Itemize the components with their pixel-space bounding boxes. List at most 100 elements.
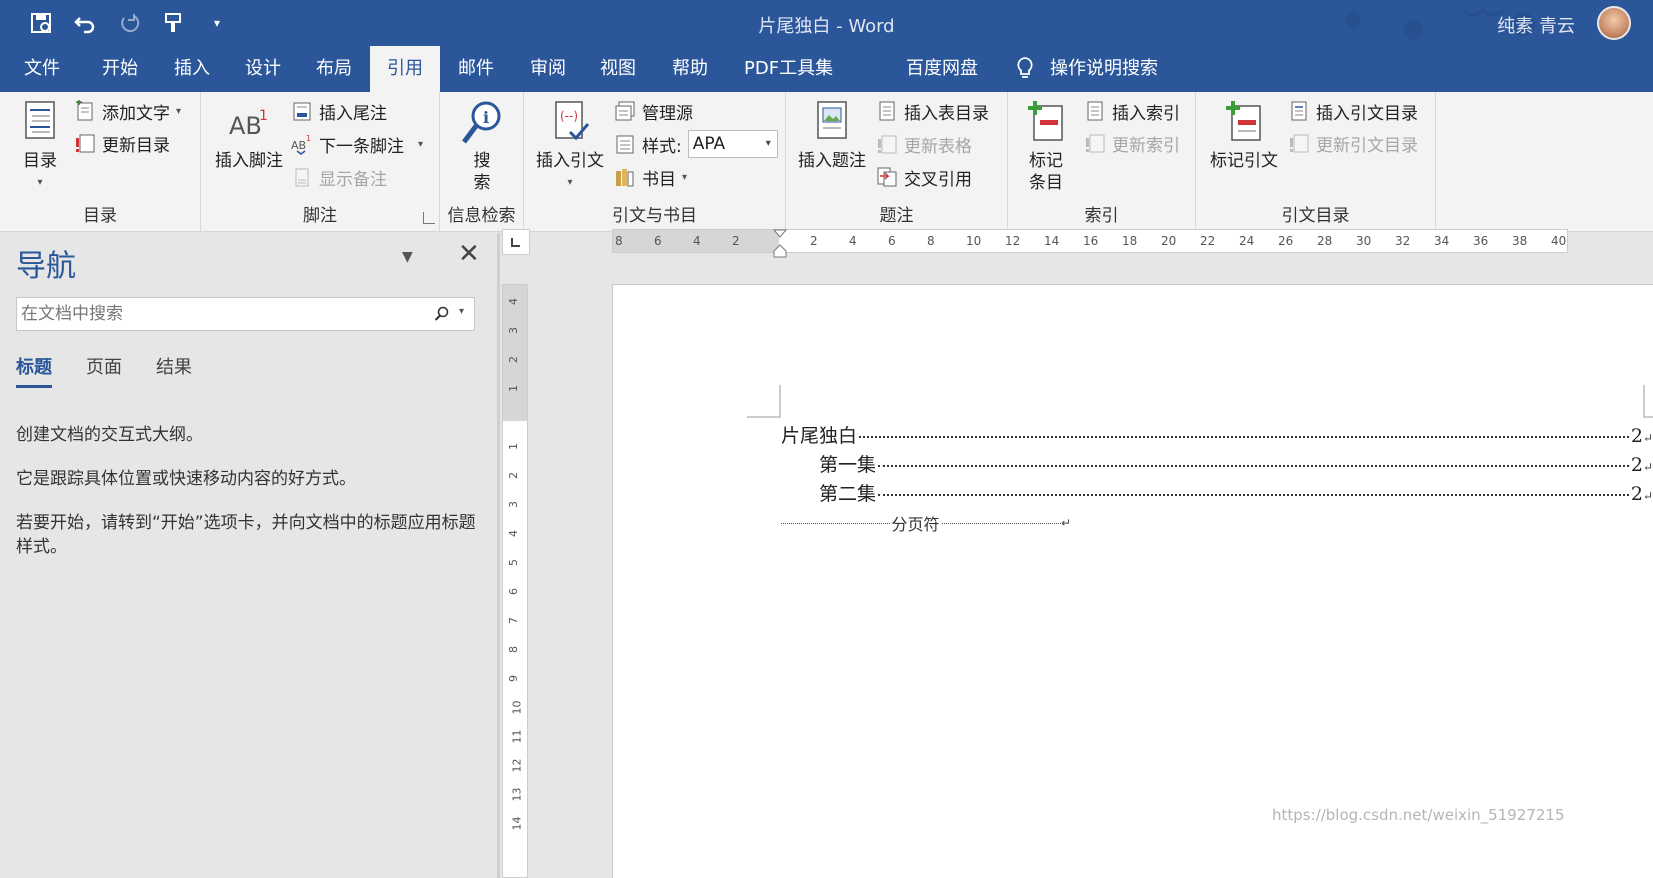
ruler-tick-label: 32 (1395, 234, 1411, 248)
ruler-tick-label: 4 (693, 234, 701, 248)
svg-text:1: 1 (306, 134, 311, 143)
group-footnotes: AB 1 插入脚注 插入尾注 AB 1 下一条脚注 ▾ 显示备注 脚注 (201, 92, 440, 232)
cross-reference-button[interactable]: 交叉引用 (876, 162, 972, 192)
indent-marker-icon[interactable] (773, 229, 787, 259)
watermark: https://blog.csdn.net/weixin_51927215 (1272, 806, 1565, 824)
insert-table-of-authorities-label: 插入引文目录 (1316, 103, 1418, 124)
user-name[interactable]: 纯素 青云 (1497, 12, 1575, 38)
close-icon[interactable]: ✕ (458, 239, 480, 269)
ruler-tick-label: 14 (510, 816, 524, 831)
ruler-tick-label: 34 (1434, 234, 1450, 248)
toc-entry[interactable]: 片尾独白 2 ↵ (781, 421, 1653, 448)
insert-citation-button[interactable]: (--) 插入引文 ▾ (536, 98, 604, 194)
search-label-1: 搜 (473, 151, 491, 171)
tab-mailings[interactable]: 邮件 (446, 46, 506, 92)
insert-table-of-figures-label: 插入表目录 (904, 103, 989, 124)
tab-insert[interactable]: 插入 (162, 46, 222, 92)
update-index-button[interactable]: 更新索引 (1084, 128, 1180, 158)
mark-entry-icon (1028, 101, 1063, 141)
show-notes-label: 显示备注 (319, 169, 387, 190)
insert-index-button[interactable]: 插入索引 (1084, 96, 1180, 126)
search-input[interactable] (17, 298, 417, 330)
bibliography-button[interactable]: 书目 ▾ (614, 162, 687, 192)
ruler-tick-label: 10 (966, 234, 982, 248)
insert-endnote-button[interactable]: 插入尾注 (291, 96, 387, 126)
ruler-tick-label: 14 (1044, 234, 1060, 248)
table-of-authorities-icon (1291, 101, 1307, 121)
ruler-tick-label: 6 (888, 234, 896, 248)
pane-divider[interactable] (497, 233, 500, 878)
next-footnote-button[interactable]: AB 1 下一条脚注 ▾ (291, 129, 423, 159)
ruler-tick-label: 2 (507, 356, 520, 363)
tab-selector[interactable] (502, 229, 530, 255)
navigation-pane: 导航 ▼ ✕ ▾ 标题 页面 结果 创建文档的交互式大纲。 它是跟踪具体位置或快… (0, 233, 497, 878)
update-table-label: 更新表格 (904, 136, 972, 157)
ruler-tick-label: 8 (927, 234, 935, 248)
nav-tab-results[interactable]: 结果 (156, 353, 192, 388)
tab-design[interactable]: 设计 (233, 46, 293, 92)
chevron-down-icon[interactable]: ▼ (402, 249, 413, 265)
group-toc: 目录 ▾ 添加文字 ▾ 更新目录 目录 (0, 92, 201, 232)
toc-entry[interactable]: 第一集 2 ↵ (819, 450, 1653, 477)
nav-tab-pages[interactable]: 页面 (86, 353, 122, 388)
ruler-tick-label: 36 (1473, 234, 1489, 248)
update-icon (1086, 134, 1105, 153)
manage-sources-icon (615, 101, 635, 121)
tab-help[interactable]: 帮助 (660, 46, 720, 92)
tab-pdf-tools[interactable]: PDF工具集 (732, 46, 845, 92)
horizontal-ruler[interactable]: 8 6 4 2 2 4 6 8 10 12 14 16 18 20 22 24 26 28 30 32 34 36 38 40 (612, 229, 1568, 258)
ruler-tick-label: 18 (1122, 234, 1138, 248)
mark-entry-label-2: 条目 (1029, 173, 1063, 193)
group-label-index: 索引 (1084, 206, 1119, 226)
group-label-footnotes: 脚注 (303, 206, 337, 226)
tab-references[interactable]: 引用 (370, 46, 440, 92)
show-notes-button[interactable]: 显示备注 (291, 162, 387, 192)
tab-home[interactable]: 开始 (90, 46, 150, 92)
insert-table-of-authorities-button[interactable]: 插入引文目录 (1288, 96, 1418, 126)
page-break-label: 分页符 (891, 515, 940, 534)
insert-footnote-button[interactable]: AB 1 插入脚注 (215, 98, 283, 172)
toc-button[interactable]: 目录 ▾ (18, 98, 62, 194)
update-toc-button[interactable]: 更新目录 (74, 128, 170, 158)
document-page[interactable]: 片尾独白 2 ↵ 第一集 2 ↵ 第二集 2 ↵ 分页符 ↵ (612, 284, 1653, 878)
mark-citation-button[interactable]: 标记引文 (1210, 98, 1278, 172)
tab-layout[interactable]: 布局 (304, 46, 364, 92)
update-table-of-authorities-button[interactable]: 更新引文目录 (1288, 128, 1418, 158)
mark-entry-button[interactable]: 标记 条目 (1024, 98, 1068, 194)
update-table-button[interactable]: 更新表格 (876, 129, 972, 159)
ruler-tick-label: 1 (507, 443, 520, 450)
title-bar: ▾ 片尾独白 - Word 纯素 青云 (0, 0, 1653, 46)
toc-entry-page: 2 (1630, 483, 1643, 505)
avatar[interactable] (1597, 6, 1631, 40)
tab-view[interactable]: 视图 (588, 46, 648, 92)
style-label: 样式: (642, 136, 682, 157)
tab-baidu-netdisk[interactable]: 百度网盘 (894, 46, 990, 92)
chevron-down-icon: ▾ (37, 177, 43, 188)
search-button[interactable]: i 搜 索 (460, 98, 504, 194)
vertical-ruler[interactable]: 4 3 2 1 1 2 3 4 5 6 7 8 9 10 11 12 13 14 (502, 284, 528, 878)
toc-entry[interactable]: 第二集 2 ↵ (819, 479, 1653, 506)
search-icon[interactable] (434, 306, 450, 322)
insert-index-label: 插入索引 (1112, 103, 1180, 124)
chevron-down-icon: ▾ (418, 138, 424, 150)
footnote-icon: AB1 (229, 108, 268, 140)
ruler-tick-label: 9 (507, 675, 520, 682)
add-text-button[interactable]: 添加文字 ▾ (74, 96, 181, 126)
nav-tab-headings[interactable]: 标题 (16, 353, 52, 388)
insert-caption-button[interactable]: 插入题注 (798, 98, 866, 172)
chevron-down-icon[interactable]: ▾ (459, 306, 464, 317)
toc-entry-text: 片尾独白 (781, 425, 858, 447)
tab-review[interactable]: 审阅 (518, 46, 578, 92)
tell-me-box[interactable]: 操作说明搜索 (1016, 46, 1158, 92)
ruler-tick-label: 22 (1200, 234, 1216, 248)
citation-style-select[interactable]: APA ▾ (687, 130, 778, 158)
chevron-down-icon: ▾ (567, 177, 573, 188)
manage-sources-button[interactable]: 管理源 (614, 96, 693, 126)
tab-file[interactable]: 文件 (12, 46, 72, 92)
dialog-launcher-icon[interactable] (423, 212, 435, 224)
group-label-captions: 题注 (879, 206, 914, 226)
search-label-2: 索 (473, 173, 491, 193)
mark-citation-icon (1226, 101, 1261, 141)
toc-leader (878, 465, 1629, 467)
insert-table-of-figures-button[interactable]: 插入表目录 (876, 96, 989, 126)
